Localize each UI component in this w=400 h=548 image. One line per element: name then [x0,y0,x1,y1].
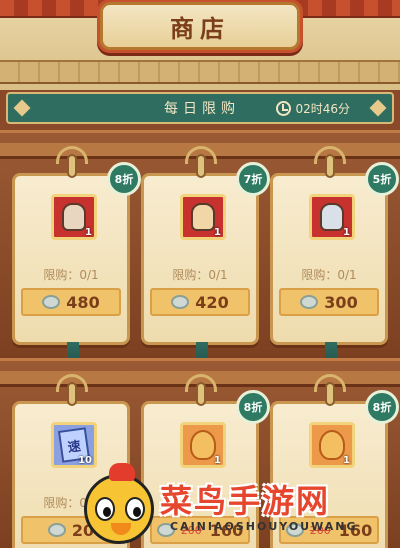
shelf-row-1: 8折 1 限购：0/1 480 7折 1 限购：0/1 420 5折 1 限购：… [0,130,400,372]
daily-limit-bar: 每日限购 02时46分 [6,92,394,124]
page-title: 商店 [170,13,230,43]
flame-fragment-icon [319,430,345,460]
clock-icon [276,101,292,116]
hero-portrait-icon [62,203,86,231]
item-icon-slot: 1 [51,194,97,240]
hanger-clip [67,382,77,406]
item-count: 1 [85,227,92,238]
bird-eye [95,497,115,521]
item-count: 1 [343,227,350,238]
buy-button[interactable]: 420 [150,288,250,316]
price: 480 [66,292,100,312]
hanger-clip [325,154,335,178]
purchase-limit: 限购：0/1 [43,268,99,282]
hanger-clip [67,154,77,178]
silver-coin-icon [42,295,61,309]
silver-coin-icon [300,295,319,309]
hanger-clip [196,382,206,406]
flame-fragment-icon [190,430,216,460]
discount-badge: 8折 [365,390,399,424]
bird-mascot-icon [84,463,154,544]
watermark-subtext: CAINIAOSHOUYOUWANG [170,520,358,533]
buy-button[interactable]: 480 [21,288,121,316]
bird-beak [111,523,131,535]
price: 300 [324,292,358,312]
price: 420 [195,292,229,312]
discount-badge: 8折 [107,162,141,196]
silver-coin-icon [171,295,190,309]
shop-item-card[interactable]: 7折 1 限购：0/1 420 [141,146,270,372]
silver-coin-icon [47,523,66,537]
hero-portrait-icon [191,203,215,231]
item-count: 1 [214,227,221,238]
discount-badge: 7折 [236,162,270,196]
hero-portrait-icon [320,203,344,231]
hanger-clip [196,154,206,178]
hanger-clip [325,382,335,406]
item-icon-slot: 1 [309,194,355,240]
purchase-limit: 限购：0/1 [301,268,357,282]
watermark-text: 菜鸟手游网 [160,482,331,520]
timer-text: 02时46分 [295,102,350,116]
roof-eave [0,60,400,84]
site-watermark: 菜鸟手游网 CAINIAOSHOUYOUWANG [84,462,400,548]
shop-item-card[interactable]: 5折 1 限购：0/1 300 [270,146,399,372]
shop-item-card[interactable]: 8折 1 限购：0/1 480 [12,146,141,372]
bird-eye [125,497,145,521]
shop-title-plaque: 商店 [100,2,300,50]
buy-button[interactable]: 300 [279,288,379,316]
bird-comb [109,463,135,481]
refresh-timer: 02时46分 [276,100,350,117]
discount-badge: 5折 [365,162,399,196]
item-icon-slot: 1 [180,194,226,240]
discount-badge: 8折 [236,390,270,424]
purchase-limit: 限购：0/1 [172,268,228,282]
